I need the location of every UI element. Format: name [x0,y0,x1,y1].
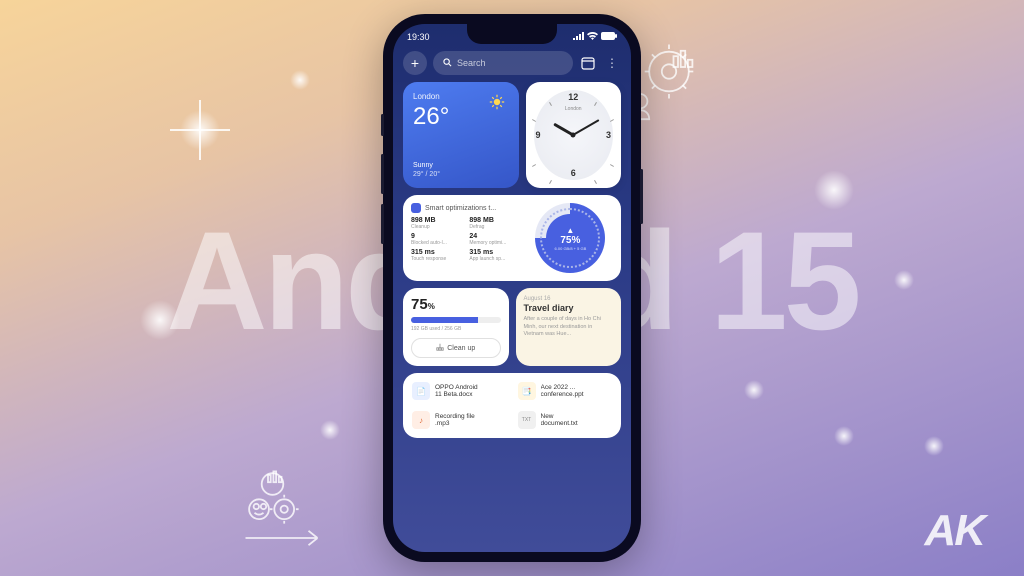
file-name: Ace 2022 ... [541,384,613,391]
logo: AK [924,506,984,556]
weather-range: 29° / 20° [413,171,440,178]
note-title: Travel diary [524,303,614,313]
stat-label: Blocked auto-l... [411,240,463,246]
phone-screen: 19:30 + Search [393,24,631,552]
broom-icon [436,343,444,353]
clean-up-label: Clean up [447,345,475,352]
clean-up-button[interactable]: Clean up [411,338,501,358]
optimization-memory: 6.00 GB/8 + 5 GB [555,246,587,251]
optimization-stats: 898 MBCleanup898 MBDefrag9Blocked auto-l… [411,217,522,262]
stat-item: 315 msTouch response [411,249,463,262]
optimization-app-icon [411,203,421,213]
weather-widget[interactable]: London 26° Sunny 29° / 20° [403,82,519,188]
phone-frame: 19:30 + Search [383,14,641,562]
file-ext: conference.ppt [541,391,613,398]
file-item[interactable]: ♪ Recording file.mp3 [409,408,510,432]
note-body: After a couple of days in Ho Chi Minh, o… [524,316,614,339]
file-type-icon: TXT [518,411,536,429]
wifi-icon [587,32,598,42]
note-date: August 16 [524,296,614,302]
signal-icon [573,32,584,42]
add-button[interactable]: + [403,51,427,75]
optimization-gauge: ▲ 75% 6.00 GB/8 + 5 GB [535,203,605,273]
storage-widget[interactable]: 75% 192 GB used / 256 GB Clean up [403,288,509,366]
stat-value: 315 ms [411,249,463,256]
stat-value: 898 MB [469,217,521,224]
search-placeholder: Search [457,58,486,68]
search-icon [443,58,452,69]
file-name: New [541,413,613,420]
more-icon[interactable]: ⋮ [603,54,621,72]
file-ext: document.txt [541,420,613,427]
stat-value: 24 [469,233,521,240]
stat-value: 898 MB [411,217,463,224]
storage-detail: 192 GB used / 256 GB [411,326,501,332]
stat-item: 315 msApp launch sp... [469,249,521,262]
file-type-icon: ♪ [412,411,430,429]
file-item[interactable]: TXT Newdocument.txt [515,408,616,432]
weather-condition: Sunny [413,162,440,169]
stat-value: 9 [411,233,463,240]
people-gear-arrow-icon [240,466,350,556]
stat-value: 315 ms [469,249,521,256]
file-ext: .mp3 [435,420,507,427]
file-name: OPPO Android [435,384,507,391]
file-item[interactable]: 📄 OPPO Android11 Beta.docx [409,379,510,403]
stat-label: Memory optimi... [469,240,521,246]
file-ext: 11 Beta.docx [435,391,507,398]
clock-9: 9 [536,130,541,140]
status-time: 19:30 [407,32,430,42]
stat-label: Touch response [411,256,463,262]
sun-icon [489,94,505,110]
optimization-widget[interactable]: Smart optimizations t... 898 MBCleanup89… [403,195,621,281]
clock-6: 6 [571,168,576,178]
file-type-icon: 📄 [412,382,430,400]
storage-percent: 75% [411,296,501,313]
clock-label: London [565,106,582,112]
battery-icon [601,32,617,42]
file-type-icon: 📑 [518,382,536,400]
stat-label: App launch sp... [469,256,521,262]
stat-item: 898 MBDefrag [469,217,521,230]
rocket-icon: ▲ [566,226,574,235]
stat-item: 9Blocked auto-l... [411,233,463,246]
calendar-icon[interactable] [579,54,597,72]
clock-12: 12 [568,92,578,102]
clock-3: 3 [606,130,611,140]
notch [467,24,557,44]
optimization-percent: 75% [560,235,580,246]
search-input[interactable]: Search [433,51,573,75]
optimization-title: Smart optimizations t... [425,205,496,212]
note-widget[interactable]: August 16 Travel diary After a couple of… [516,288,622,366]
storage-bar [411,317,501,323]
file-item[interactable]: 📑 Ace 2022 ...conference.ppt [515,379,616,403]
stat-item: 898 MBCleanup [411,217,463,230]
files-widget[interactable]: 📄 OPPO Android11 Beta.docx 📑 Ace 2022 ...co… [403,373,621,438]
file-name: Recording file [435,413,507,420]
stat-label: Defrag [469,224,521,230]
stat-label: Cleanup [411,224,463,230]
stat-item: 24Memory optimi... [469,233,521,246]
clock-widget[interactable]: London 12 3 6 9 [526,82,622,188]
